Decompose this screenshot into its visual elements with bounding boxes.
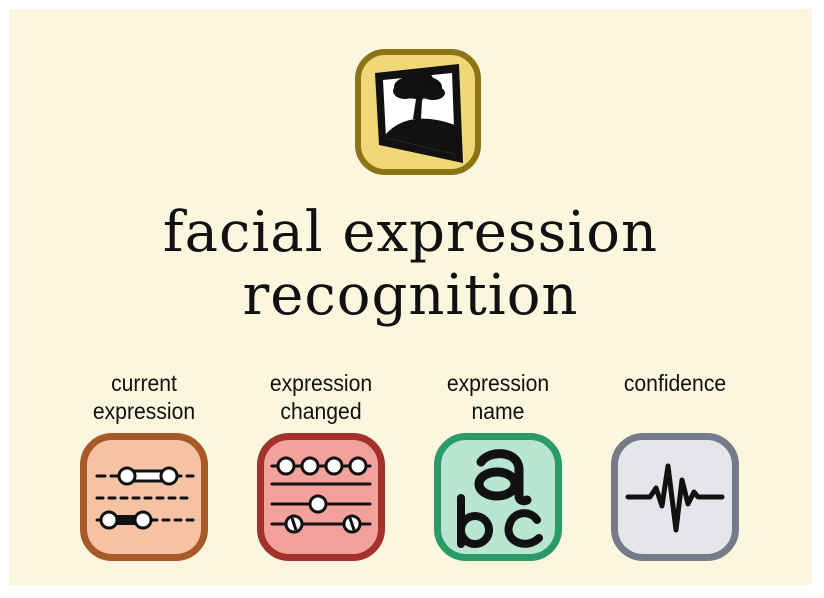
diagram-title: facial expression recognition [9,201,812,327]
block-label-line: changed [280,398,362,424]
block-label-line: current [111,370,177,396]
tree-picture-icon [375,64,463,163]
block-label: expression name [429,369,567,425]
block-label-line: expression [269,370,373,396]
block-label: current expression [75,369,213,425]
waveform-icon [625,463,725,533]
current-expression-block[interactable] [80,433,208,561]
block-label-line: name [471,398,525,424]
confidence-block[interactable] [611,433,739,561]
block-label-line: confidence [623,370,727,396]
title-line-1: facial expression [162,200,659,265]
diagram-canvas: facial expression recognition current ex… [9,9,812,585]
sliders-icon [95,466,195,530]
block-label: expression changed [252,369,390,425]
expression-name-block[interactable] [434,433,562,561]
mixer-sliders-icon [270,456,372,534]
block-label: confidence [606,369,744,425]
main-block-icon[interactable] [355,49,481,175]
title-line-2: recognition [242,263,579,328]
block-label-line: expression [92,398,196,424]
expression-changed-block[interactable] [257,433,385,561]
block-label-line: expression [446,370,550,396]
abc-text-icon [457,449,543,548]
